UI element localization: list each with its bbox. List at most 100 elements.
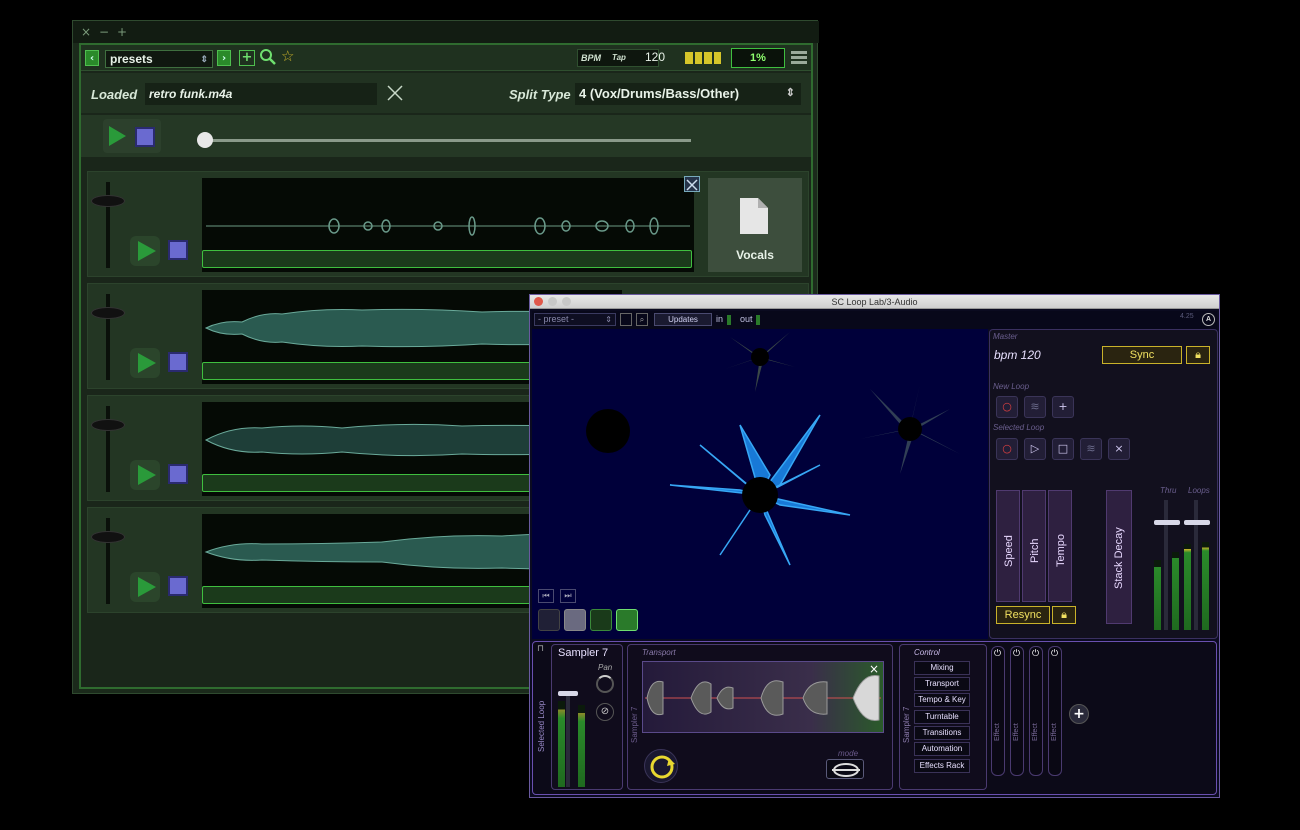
stop-icon[interactable]: □: [1052, 438, 1074, 460]
master-play-icon[interactable]: [107, 125, 127, 151]
record-icon[interactable]: ○: [996, 396, 1018, 418]
position-handle[interactable]: [197, 132, 213, 148]
fader-knob[interactable]: [92, 308, 124, 318]
previous-icon[interactable]: ⏮: [538, 589, 554, 603]
lock-icon[interactable]: 🔒︎: [1186, 346, 1210, 364]
account-badge[interactable]: A: [1202, 313, 1215, 326]
add-icon[interactable]: +: [1052, 396, 1074, 418]
automation-button[interactable]: Automation: [914, 742, 970, 756]
fader-knob[interactable]: [92, 532, 124, 542]
add-preset-icon[interactable]: +: [239, 50, 255, 66]
effect-slot[interactable]: ⏻ Effect: [1029, 646, 1043, 776]
mode-button[interactable]: [826, 759, 864, 779]
lock-icon[interactable]: 🔒︎: [1052, 606, 1076, 624]
preset-select[interactable]: - preset - ⇕: [534, 313, 616, 326]
play-button[interactable]: [130, 460, 160, 490]
effects-rack-button[interactable]: Effects Rack: [914, 759, 970, 773]
pitch-slider[interactable]: Pitch: [1022, 490, 1046, 602]
loop-waveform[interactable]: ×: [642, 661, 884, 733]
split-type-value: 4 (Vox/Drums/Bass/Other): [579, 86, 740, 101]
close-icon[interactable]: ×: [77, 23, 95, 41]
volume-fader[interactable]: [106, 294, 110, 380]
transport-button[interactable]: Transport: [914, 677, 970, 691]
search-icon[interactable]: [259, 48, 277, 66]
loop-toggle-button[interactable]: [644, 749, 678, 783]
view-mode-button[interactable]: [538, 609, 560, 631]
fader-knob[interactable]: [92, 196, 124, 206]
play-button[interactable]: [130, 236, 160, 266]
view-mode-button[interactable]: [590, 609, 612, 631]
volume-fader[interactable]: [106, 518, 110, 604]
delete-icon[interactable]: ×: [1108, 438, 1130, 460]
star-icon[interactable]: ☆: [281, 47, 299, 65]
fader-knob[interactable]: [92, 420, 124, 430]
next-icon[interactable]: ⏭: [560, 589, 576, 603]
loops-fader-handle[interactable]: [1184, 520, 1210, 525]
overview-bar[interactable]: [202, 250, 692, 268]
sync-button[interactable]: Sync: [1102, 346, 1182, 364]
resync-button[interactable]: Resync: [996, 606, 1050, 624]
stop-button[interactable]: [168, 464, 188, 484]
phase-invert-icon[interactable]: ⊘: [596, 703, 614, 721]
master-position-slider[interactable]: [205, 139, 691, 142]
maximize-icon[interactable]: +: [113, 23, 131, 41]
sampler-volume-fader[interactable]: [566, 695, 570, 787]
tap-button[interactable]: Tap: [612, 53, 626, 62]
play-button[interactable]: [130, 348, 160, 378]
save-preset-icon[interactable]: [620, 313, 632, 326]
view-mode-button[interactable]: [564, 609, 586, 631]
effect-slot[interactable]: ⏻ Effect: [1048, 646, 1062, 776]
bpm-display[interactable]: bpm 120: [994, 348, 1041, 362]
power-icon[interactable]: ⏻: [1032, 649, 1039, 659]
split-type-select[interactable]: 4 (Vox/Drums/Bass/Other) ⇕: [575, 83, 801, 105]
power-icon[interactable]: ⏻: [994, 649, 1001, 659]
search-icon[interactable]: ⌕: [636, 313, 648, 326]
bpm-value[interactable]: 120: [645, 50, 665, 64]
add-effect-icon[interactable]: +: [1069, 704, 1089, 724]
updates-button[interactable]: Updates: [654, 313, 712, 326]
play-icon[interactable]: ▷: [1024, 438, 1046, 460]
tempo-key-button[interactable]: Tempo & Key: [914, 693, 970, 707]
loop-visualizer[interactable]: ⏮ ⏭: [532, 329, 988, 639]
updown-icon: ⇕: [605, 315, 612, 324]
effect-label: Effect: [1051, 723, 1058, 741]
minimize-icon[interactable]: −: [95, 23, 113, 41]
stop-button[interactable]: [168, 352, 188, 372]
stem-export-tile[interactable]: Vocals: [708, 178, 802, 272]
power-icon[interactable]: ⏻: [1013, 649, 1020, 659]
turntable-button[interactable]: Turntable: [914, 710, 970, 724]
preset-select[interactable]: presets ⇕: [105, 50, 213, 68]
tempo-slider[interactable]: Tempo: [1048, 490, 1072, 602]
mixing-button[interactable]: Mixing: [914, 661, 970, 675]
master-stop-button[interactable]: [135, 127, 155, 147]
volume-fader[interactable]: [106, 406, 110, 492]
power-icon[interactable]: ⏻: [1051, 649, 1058, 659]
loops-meter: [1202, 542, 1209, 630]
stack-icon[interactable]: ≋: [1024, 396, 1046, 418]
mode-label: mode: [838, 749, 859, 758]
clear-track-icon[interactable]: [684, 176, 700, 192]
waveform[interactable]: [202, 178, 694, 272]
volume-fader[interactable]: [106, 182, 110, 268]
clear-file-icon[interactable]: [385, 83, 405, 103]
effect-slot[interactable]: ⏻ Effect: [991, 646, 1005, 776]
effect-slot[interactable]: ⏻ Effect: [1010, 646, 1024, 776]
stack-decay-slider[interactable]: Stack Decay: [1106, 490, 1132, 624]
prev-preset-button[interactable]: ‹: [85, 50, 99, 66]
next-preset-button[interactable]: ›: [217, 50, 231, 66]
speed-slider[interactable]: Speed: [996, 490, 1020, 602]
lock-icon[interactable]: ⊓: [537, 644, 549, 656]
pan-knob[interactable]: [596, 675, 614, 693]
stop-button[interactable]: [168, 576, 188, 596]
stop-button[interactable]: [168, 240, 188, 260]
record-icon[interactable]: ○: [996, 438, 1018, 460]
thru-fader-handle[interactable]: [1154, 520, 1180, 525]
menu-icon[interactable]: [791, 51, 807, 65]
sampler-fader-handle[interactable]: [558, 691, 578, 696]
play-button[interactable]: [130, 572, 160, 602]
stack-icon[interactable]: ≋: [1080, 438, 1102, 460]
close-icon[interactable]: ×: [869, 662, 879, 676]
view-mode-button[interactable]: [616, 609, 638, 631]
transitions-button[interactable]: Transitions: [914, 726, 970, 740]
loaded-file-field[interactable]: retro funk.m4a: [145, 83, 377, 105]
